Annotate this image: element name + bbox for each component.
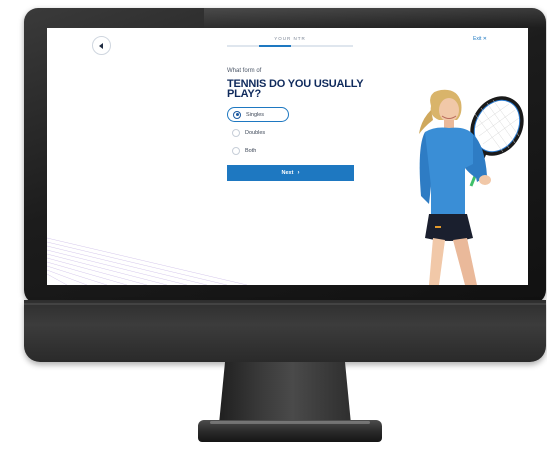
decorative-stripes [47,237,247,285]
close-x-icon: ✕ [482,36,487,42]
radio-empty-icon [232,146,240,155]
arrow-right-icon: › [297,170,300,176]
chevron-left-icon [99,42,103,49]
step-label: YOUR NTR [274,36,306,41]
monitor-mockup: YOUR NTR Exit ✕ What form of TENNIS DO Y… [0,0,547,452]
app-screen: YOUR NTR Exit ✕ What form of TENNIS DO Y… [47,28,528,285]
radio-empty-icon [232,128,240,137]
option-label: Doubles [245,129,266,136]
back-button[interactable] [92,36,111,55]
next-button-label: Next [281,170,294,176]
tennis-player-image [419,89,524,285]
option-singles[interactable]: Singles [227,107,289,122]
monitor-chin [24,300,546,362]
monitor-stand-neck [219,362,351,424]
radio-selected-icon [233,110,241,119]
progress-bar [227,45,353,47]
question-title: TENNIS DO YOU USUALLY PLAY? [227,78,364,100]
progress-fill [259,45,291,47]
option-label: Singles [246,111,265,118]
chin-divider [24,303,546,305]
bezel-gloss [204,8,546,28]
option-doubles[interactable]: Doubles [227,125,289,140]
option-label: Both [245,147,257,154]
exit-button[interactable]: Exit ✕ [473,36,487,42]
question-eyebrow: What form of [227,68,262,74]
stand-base-highlight [210,421,370,424]
option-both[interactable]: Both [227,143,289,158]
next-button[interactable]: Next › [227,165,354,181]
exit-label: Exit [473,36,482,42]
